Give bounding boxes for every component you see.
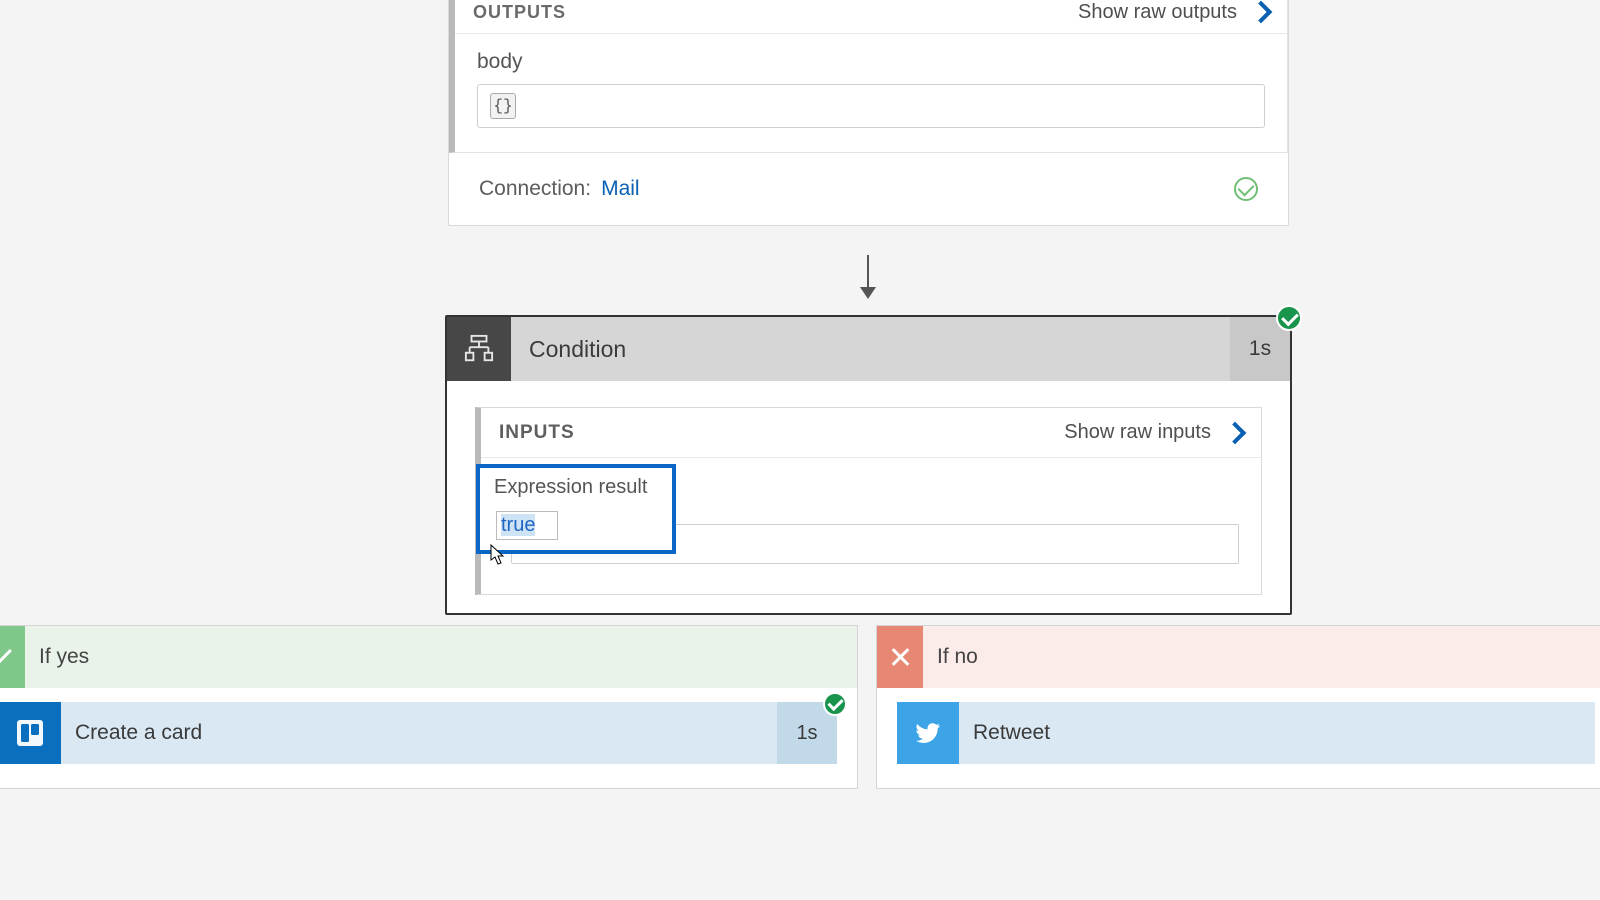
body-field-value[interactable]: {} (477, 84, 1265, 128)
branch-no-body: Retweet (877, 688, 1600, 788)
outputs-title: OUTPUTS (473, 2, 566, 23)
expression-value-box[interactable]: true (496, 511, 558, 540)
branch-yes-card: If yes Create a card 1s (0, 625, 858, 789)
inputs-title: INPUTS (499, 422, 575, 444)
branch-yes-header[interactable]: If yes (0, 626, 857, 688)
check-icon (0, 626, 25, 688)
flow-arrow-icon (867, 255, 869, 297)
condition-title: Condition (511, 317, 1230, 381)
outputs-body: body {} (455, 33, 1287, 152)
branch-yes-label: If yes (39, 645, 89, 669)
connection-label: Connection: (479, 177, 591, 201)
json-object-icon: {} (490, 93, 516, 119)
twitter-icon (897, 702, 959, 764)
outputs-panel: OUTPUTS Show raw outputs body {} (449, 0, 1288, 153)
branch-no-header[interactable]: If no (877, 626, 1600, 688)
create-card-label: Create a card (61, 702, 777, 764)
connection-row: Connection: Mail (449, 153, 1288, 225)
branch-yes-body: Create a card 1s (0, 688, 857, 788)
cursor-icon (490, 544, 506, 566)
condition-body: INPUTS Show raw inputs Expression result… (447, 381, 1290, 613)
show-raw-outputs-label: Show raw outputs (1078, 1, 1237, 24)
connection-ok-icon (1234, 177, 1258, 201)
retweet-label: Retweet (959, 702, 1595, 764)
expression-result-label: Expression result (494, 476, 662, 499)
inputs-panel: INPUTS Show raw inputs Expression result… (475, 407, 1262, 595)
x-icon (877, 626, 923, 688)
body-field-label: body (477, 50, 1265, 74)
condition-icon (447, 317, 511, 381)
branch-no-card: If no Retweet (876, 625, 1600, 789)
expression-value: true (501, 514, 535, 536)
chevron-right-icon (1250, 1, 1273, 24)
retweet-action[interactable]: Retweet (897, 702, 1595, 764)
condition-card[interactable]: Condition 1s INPUTS Show raw inputs Expr… (445, 315, 1292, 615)
mail-action-card: OUTPUTS Show raw outputs body {} Connect… (448, 0, 1289, 226)
show-raw-outputs-button[interactable]: Show raw outputs (1078, 1, 1269, 24)
status-success-icon (1276, 305, 1302, 331)
expression-highlight: Expression result true (476, 464, 676, 554)
connection-link[interactable]: Mail (601, 177, 640, 201)
trello-icon (0, 702, 61, 764)
branch-no-label: If no (937, 645, 978, 669)
inputs-body: Expression result true (481, 458, 1261, 594)
condition-header[interactable]: Condition 1s (447, 317, 1290, 381)
show-raw-inputs-button[interactable]: Show raw inputs (1064, 421, 1243, 444)
outputs-header: OUTPUTS Show raw outputs (455, 0, 1287, 33)
create-card-action[interactable]: Create a card 1s (0, 702, 837, 764)
show-raw-inputs-label: Show raw inputs (1064, 421, 1211, 444)
inputs-header: INPUTS Show raw inputs (481, 408, 1261, 458)
status-success-icon (823, 692, 847, 716)
chevron-right-icon (1224, 421, 1247, 444)
